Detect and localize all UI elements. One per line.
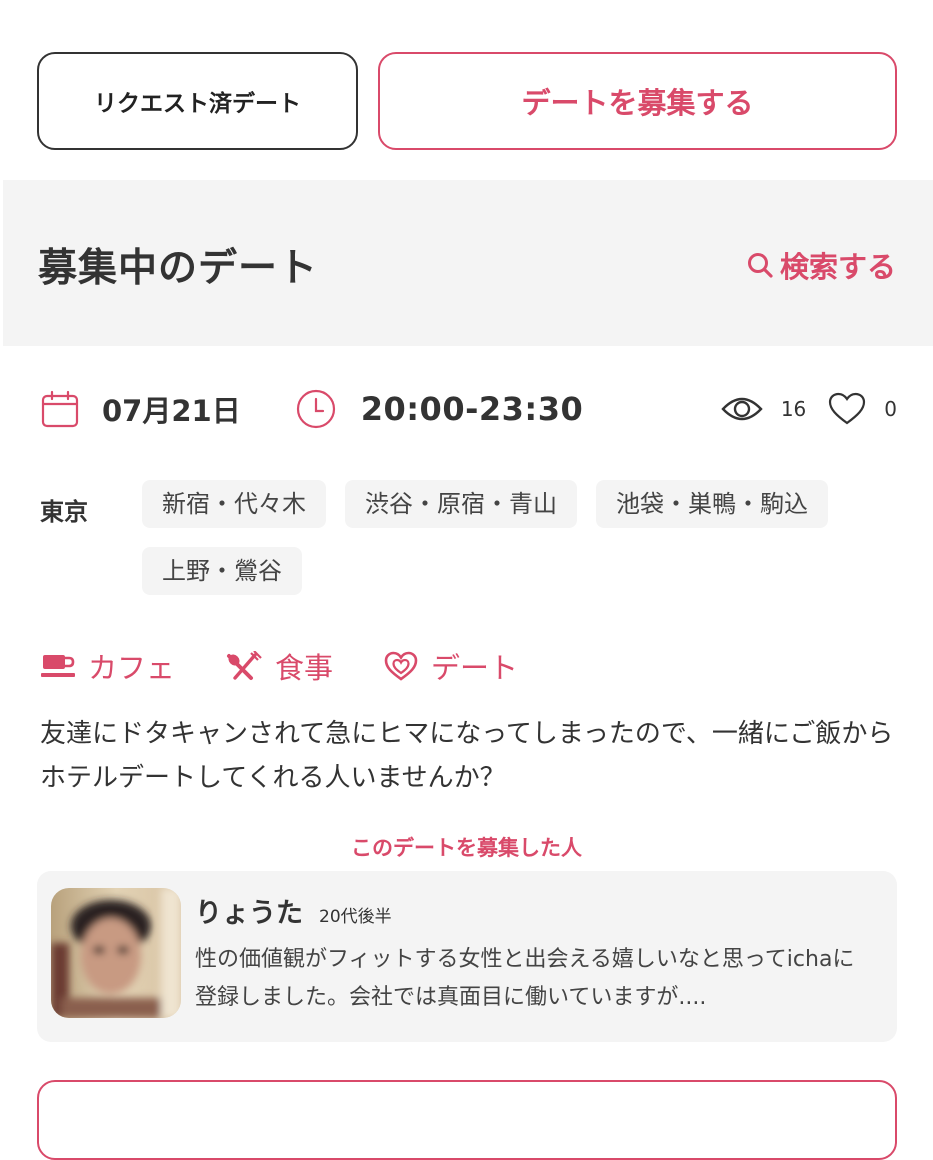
- profile-name-row: りょうた 20代後半: [195, 891, 392, 930]
- stats: 16 0: [721, 392, 897, 426]
- area-tag: 渋谷・原宿・青山: [345, 480, 577, 528]
- category-label: デート: [431, 651, 519, 685]
- time-text: 20:00-23:30: [360, 390, 584, 428]
- page-title: 募集中のデート: [38, 246, 319, 291]
- avatar: [51, 888, 181, 1018]
- category-date: デート: [383, 645, 518, 687]
- profile-age: 20代後半: [319, 907, 392, 927]
- category-label: 食事: [275, 651, 334, 685]
- area-tag: 上野・鶯谷: [142, 547, 302, 595]
- post-date-label: デートを募集する: [521, 86, 754, 120]
- category-label: カフェ: [88, 651, 176, 685]
- search-button[interactable]: 検索する: [746, 244, 896, 286]
- time-info: 20:00-23:30: [295, 388, 584, 430]
- view-count: 16: [780, 397, 807, 421]
- category-cafe: カフェ: [40, 645, 175, 687]
- date-info: 07月21日: [40, 388, 241, 430]
- area-tag: 新宿・代々木: [142, 480, 326, 528]
- requested-dates-button[interactable]: リクエスト済デート: [37, 52, 358, 150]
- category-list: カフェ 食事 デート: [40, 645, 568, 687]
- eye-icon: [721, 397, 763, 421]
- meal-icon: [227, 651, 262, 680]
- date-meta-row: 07月21日 20:00-23:30 16 0: [40, 386, 897, 432]
- clock-icon: [296, 389, 335, 429]
- date-text: 07月21日: [102, 394, 241, 428]
- profile-bio: 性の価値観がフィットする女性と出会える嬉しいなと思ってichaに登録しました。会…: [195, 947, 855, 1010]
- search-icon: [747, 253, 773, 278]
- bottom-action-button[interactable]: [37, 1080, 897, 1160]
- requested-dates-label: リクエスト済デート: [94, 91, 301, 117]
- date-heart-icon: [384, 651, 418, 681]
- calendar-icon: [41, 390, 79, 428]
- heart-icon[interactable]: [828, 392, 866, 426]
- area-tags: 新宿・代々木 渋谷・原宿・青山 池袋・巣鴨・駒込 上野・鶯谷: [142, 480, 902, 595]
- post-date-button[interactable]: デートを募集する: [378, 52, 897, 150]
- cafe-icon: [41, 655, 75, 677]
- search-label: 検索する: [779, 250, 896, 284]
- date-description: 友達にドタキャンされて急にヒマになってしまったので、一緒にご飯からホテルデートし…: [40, 719, 894, 793]
- profile-name: りょうた: [195, 898, 303, 929]
- category-meal: 食事: [225, 645, 333, 687]
- section-header: 募集中のデート 検索する: [3, 180, 933, 346]
- poster-profile-card[interactable]: りょうた 20代後半 性の価値観がフィットする女性と出会える嬉しいなと思ってic…: [37, 871, 897, 1042]
- poster-heading: このデートを募集した人: [351, 836, 582, 860]
- area-label: 東京: [40, 498, 88, 526]
- area-tag: 池袋・巣鴨・駒込: [596, 480, 828, 528]
- like-count: 0: [884, 397, 897, 421]
